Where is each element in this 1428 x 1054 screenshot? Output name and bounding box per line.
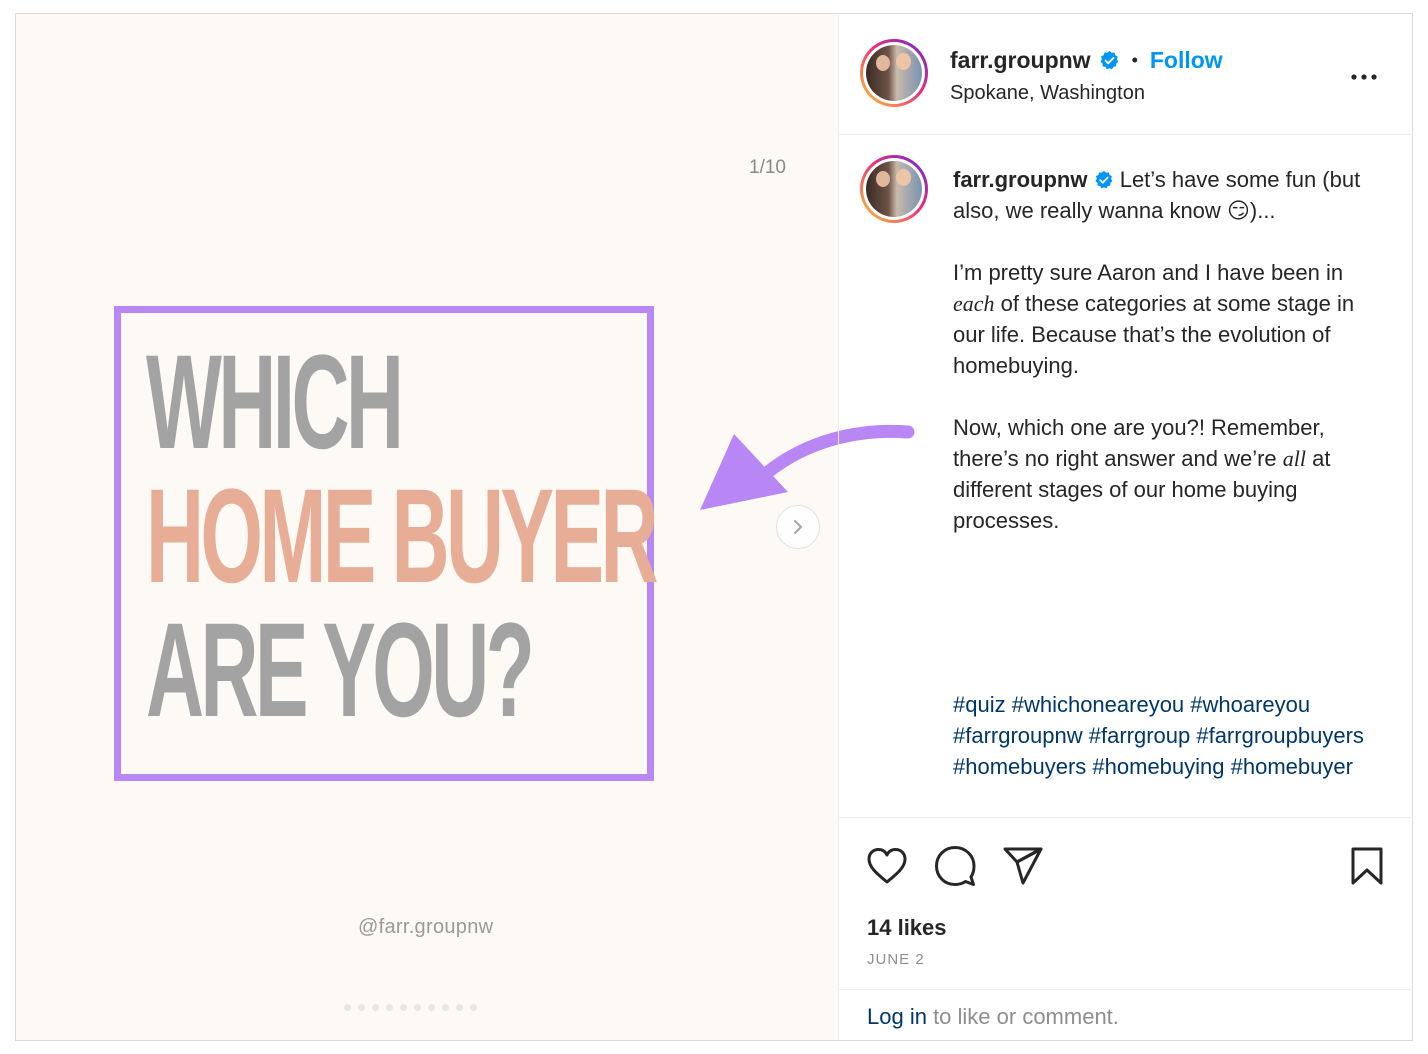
- login-text: to like or comment.: [926, 1004, 1119, 1029]
- carousel-dot: [372, 1004, 379, 1011]
- verified-badge-icon: [1095, 170, 1112, 189]
- post-sidebar: farr.groupnw • Follow Spokane, Washingto…: [838, 14, 1413, 1040]
- carousel-dot: [358, 1004, 365, 1011]
- chevron-right-icon: [793, 519, 803, 535]
- login-link[interactable]: Log in: [867, 1004, 927, 1029]
- location-link[interactable]: Spokane, Washington: [950, 82, 1145, 105]
- post-frame: 1/10 WHICH HOME BUYER ARE YOU? @farr.gro…: [15, 13, 1413, 1041]
- share-button[interactable]: [1001, 844, 1045, 888]
- like-button[interactable]: [865, 844, 909, 888]
- carousel-dot: [428, 1004, 435, 1011]
- headline-line-1: WHICH: [146, 328, 404, 477]
- caption-username-link[interactable]: farr.groupnw: [953, 167, 1087, 192]
- heart-icon: [867, 848, 907, 884]
- caption-hashtags[interactable]: #quiz #whichoneareyou #whoareyou #farrgr…: [953, 689, 1373, 782]
- carousel-dot: [414, 1004, 421, 1011]
- action-bar: 14 likes JUNE 2: [839, 817, 1413, 1017]
- caption-para-3-emphasis: all: [1282, 446, 1307, 471]
- comment-button[interactable]: [933, 844, 977, 888]
- avatar[interactable]: [860, 39, 928, 107]
- carousel-dot: [456, 1004, 463, 1011]
- likes-count[interactable]: 14 likes: [867, 915, 947, 941]
- carousel-dot: [344, 1004, 351, 1011]
- carousel-dot: [470, 1004, 477, 1011]
- comment-icon: [935, 846, 976, 886]
- carousel-dots: [344, 1004, 477, 1011]
- post-date: JUNE 2: [867, 951, 925, 968]
- caption-text: farr.groupnw Let’s have some fun (but al…: [953, 164, 1373, 536]
- caption-para-3a: Now, which one are you?! Remember, there…: [953, 415, 1325, 471]
- slide-counter: 1/10: [749, 157, 786, 178]
- carousel-dot: [442, 1004, 449, 1011]
- verified-badge-icon: [1100, 50, 1118, 70]
- headline-line-2: HOME BUYER: [146, 462, 659, 611]
- caption-para-2a: I’m pretty sure Aaron and I have been in: [953, 260, 1344, 285]
- post-header: farr.groupnw • Follow Spokane, Washingto…: [839, 14, 1413, 135]
- header-user-row: farr.groupnw • Follow: [950, 47, 1223, 74]
- carousel-dot: [400, 1004, 407, 1011]
- username-link[interactable]: farr.groupnw: [950, 47, 1091, 74]
- caption-avatar[interactable]: [860, 155, 928, 223]
- separator-dot: •: [1131, 50, 1138, 70]
- quiz-headline: WHICH HOME BUYER ARE YOU?: [146, 328, 659, 745]
- next-slide-button[interactable]: [776, 505, 820, 549]
- save-button[interactable]: [1345, 844, 1389, 888]
- carousel-dot: [386, 1004, 393, 1011]
- login-prompt: Log in to like or comment.: [839, 989, 1413, 1040]
- headline-line-3: ARE YOU?: [146, 596, 535, 745]
- post-media[interactable]: 1/10 WHICH HOME BUYER ARE YOU? @farr.gro…: [16, 14, 915, 1040]
- smirk-emoji: 😏: [1226, 198, 1250, 223]
- caption-para-2-emphasis: each: [953, 291, 995, 316]
- bookmark-icon: [1351, 847, 1383, 885]
- caption-para-2b: of these categories at some stage in our…: [953, 291, 1355, 378]
- watermark: @farr.groupnw: [358, 916, 494, 938]
- follow-button[interactable]: Follow: [1150, 47, 1223, 74]
- caption-line-1-end: )...: [1249, 198, 1276, 223]
- send-icon: [1003, 847, 1043, 885]
- more-horizontal-icon[interactable]: [1349, 62, 1379, 92]
